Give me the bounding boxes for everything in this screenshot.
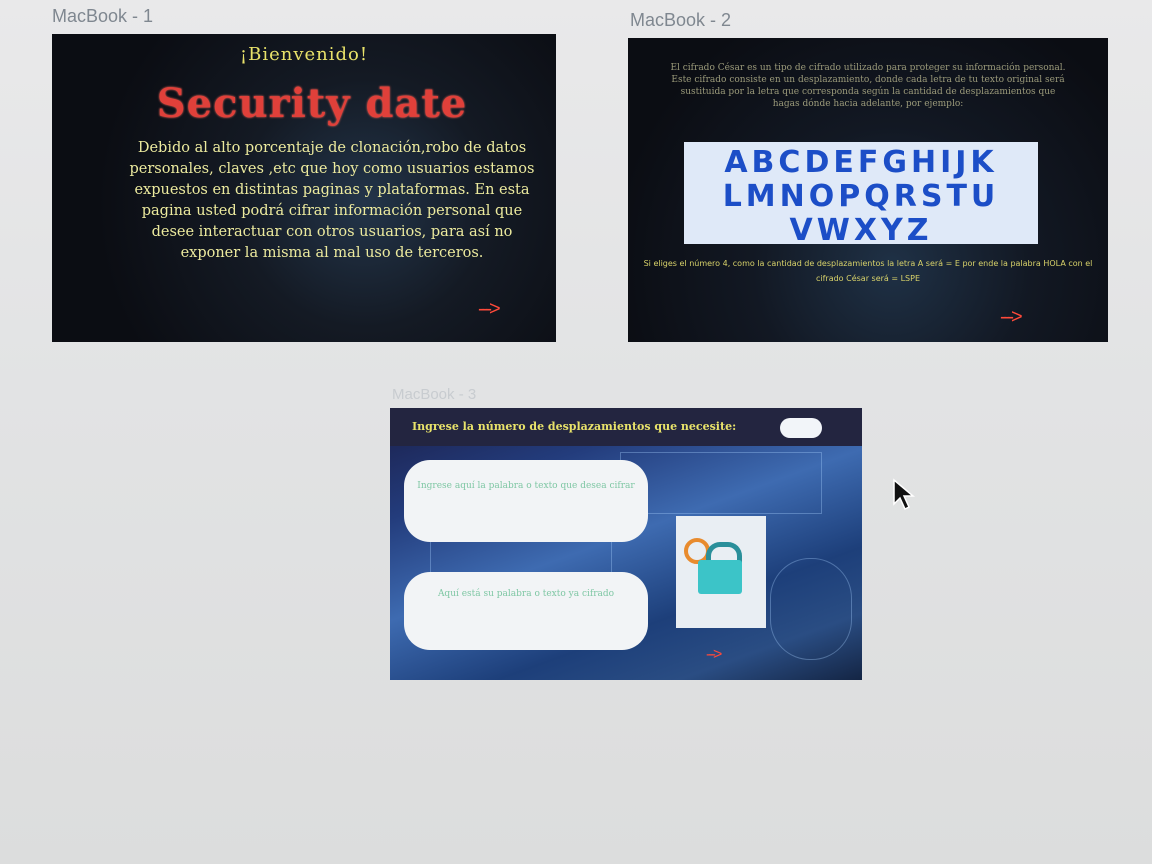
next-arrow-icon[interactable]: ---> <box>478 298 501 321</box>
shift-count-input[interactable] <box>780 418 822 438</box>
ciphertext-output: Aquí está su palabra o texto ya cifrado <box>404 572 648 650</box>
site-title: Security date <box>156 80 468 127</box>
artboard-macbook-1[interactable]: ¡Bienvenido! Security date Debido al alt… <box>52 34 556 342</box>
intro-paragraph: Debido al alto porcentaje de clonación,r… <box>129 140 535 261</box>
welcome-heading: ¡Bienvenido! <box>239 44 369 65</box>
shift-question-bar: Ingrese la número de desplazamientos que… <box>390 408 862 446</box>
alphabet-line: ABCDEFGHIJK <box>724 145 998 180</box>
artboard-macbook-3[interactable]: Ingrese la número de desplazamientos que… <box>390 408 862 680</box>
artboard-macbook-2[interactable]: El cifrado César es un tipo de cifrado u… <box>628 38 1108 342</box>
circuit-decoration <box>620 452 822 514</box>
artboard-label-macbook-2[interactable]: MacBook - 2 <box>630 10 731 31</box>
caesar-explanation: El cifrado César es un tipo de cifrado u… <box>670 63 1066 109</box>
alphabet-line: VWXYZ <box>789 213 933 248</box>
next-arrow-icon[interactable]: ---> <box>706 646 722 664</box>
security-illustration <box>676 516 766 628</box>
next-arrow-icon[interactable]: ---> <box>1000 306 1023 329</box>
alphabet-panel: ABCDEFGHIJK LMNOPQRSTU VWXYZ <box>684 142 1038 248</box>
artboard-label-macbook-3[interactable]: MacBook - 3 <box>392 386 476 403</box>
artboard-label-macbook-1[interactable]: MacBook - 1 <box>52 6 153 27</box>
lock-icon <box>698 560 742 594</box>
alphabet-line: LMNOPQRSTU <box>722 179 1000 214</box>
cursor-arrow-icon <box>893 478 916 511</box>
example-text: Si eliges el número 4, como la cantidad … <box>643 259 1093 283</box>
shift-question-label: Ingrese la número de desplazamientos que… <box>412 420 737 433</box>
circuit-decoration <box>770 558 852 660</box>
plaintext-input[interactable]: Ingrese aquí la palabra o texto que dese… <box>404 460 648 542</box>
